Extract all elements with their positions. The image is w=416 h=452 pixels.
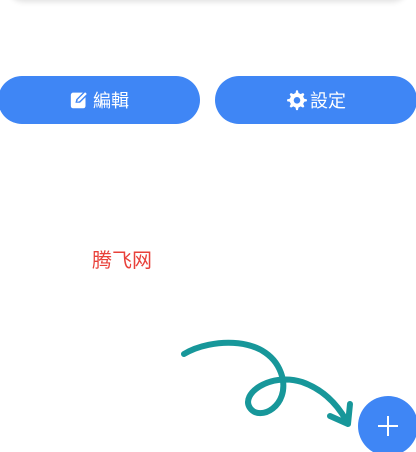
edit-button[interactable]: 編輯 — [0, 76, 200, 124]
edit-label: 編輯 — [93, 91, 129, 112]
add-fab-button[interactable] — [358, 396, 416, 452]
plus-icon — [378, 416, 398, 436]
curved-arrow-icon — [181, 339, 353, 427]
gear-icon — [286, 89, 308, 111]
watermark-text: 腾飞网 — [92, 248, 152, 272]
settings-button[interactable]: 設定 — [215, 76, 416, 124]
screen: 編輯 設定 腾飞网 — [0, 0, 416, 452]
edit-icon — [69, 89, 91, 111]
settings-label: 設定 — [310, 91, 346, 112]
